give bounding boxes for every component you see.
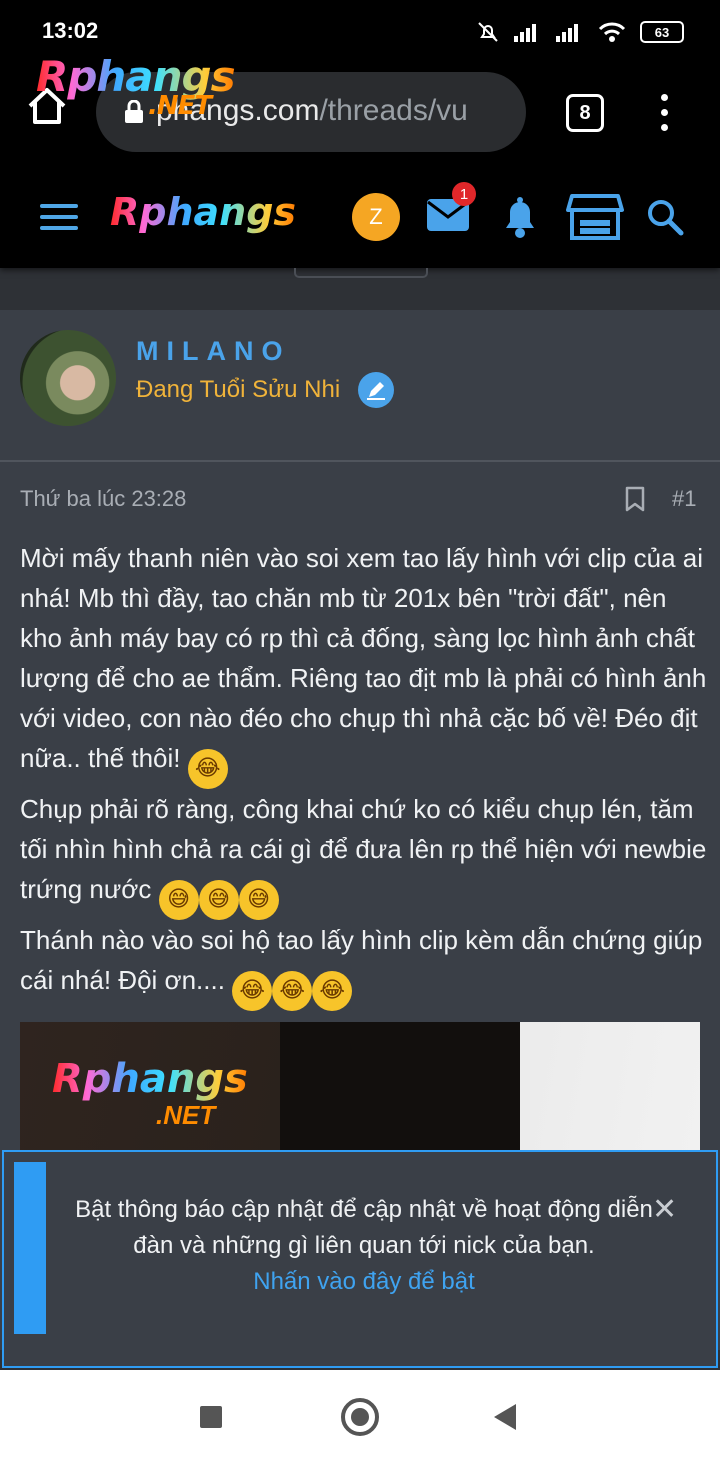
post-date[interactable]: Thứ ba lúc 23:28 <box>20 486 186 512</box>
post-number[interactable]: #1 <box>672 486 696 512</box>
url-path: /threads/vu <box>319 94 468 127</box>
signal-icon <box>514 24 536 42</box>
post-line-2: Chụp phải rõ ràng, công khai chứ ko có k… <box>20 794 707 904</box>
post-line-3: Thánh nào vào soi hộ tao lấy hình clip k… <box>20 925 703 995</box>
overlay-logo: Rphangs .NET <box>36 52 236 121</box>
user-title: Đang Tuổi Sửu Nhi <box>136 376 341 403</box>
enable-notifications-link[interactable]: Nhấn vào đây để bật <box>64 1264 664 1300</box>
post-body: Mời mấy thanh niên vào soi xem tao lấy h… <box>20 538 710 1011</box>
search-icon[interactable] <box>646 198 684 236</box>
browser-toolbar: phangs.com/threads/vu Rphangs .NET 8 <box>0 52 720 168</box>
wifi-icon <box>598 22 626 42</box>
status-time: 13:02 <box>42 18 99 43</box>
avatar[interactable] <box>20 330 116 426</box>
menu-icon[interactable] <box>40 204 78 237</box>
edit-badge-icon <box>358 372 394 408</box>
username[interactable]: MILANO <box>136 336 290 367</box>
recents-button[interactable] <box>200 1406 222 1428</box>
notice-content: Bật thông báo cập nhật để cập nhật về ho… <box>64 1192 664 1300</box>
browser-menu-icon[interactable] <box>654 94 674 138</box>
battery-indicator: 63 <box>640 21 684 43</box>
laugh-emoji: 😂 <box>312 971 353 1011</box>
account-avatar[interactable]: Z <box>352 193 400 241</box>
store-icon[interactable] <box>566 192 624 242</box>
image-watermark-logo: Rphangs <box>52 1056 248 1102</box>
laugh-emoji: 😂 <box>232 971 273 1011</box>
tab-switcher-button[interactable]: 8 <box>566 94 604 132</box>
grin-sweat-emoji: 😅 <box>238 880 279 920</box>
back-button[interactable] <box>494 1404 516 1430</box>
post-author-block: MILANO Đang Tuổi Sửu Nhi <box>0 310 720 462</box>
mail-badge: 1 <box>452 182 476 206</box>
notice-accent-bar <box>14 1162 46 1334</box>
post-line-1: Mời mấy thanh niên vào soi xem tao lấy h… <box>20 543 707 773</box>
bookmark-icon[interactable] <box>624 486 646 512</box>
site-logo[interactable]: Rphangs <box>110 190 296 234</box>
laugh-emoji: 😂 <box>272 971 313 1011</box>
signal-icon-2 <box>556 24 578 42</box>
laugh-emoji: 😂 <box>187 749 228 789</box>
site-header: Rphangs Z 1 <box>0 168 720 268</box>
grin-sweat-emoji: 😅 <box>198 880 239 920</box>
mute-bell-icon <box>478 22 498 42</box>
home-button[interactable] <box>341 1398 379 1436</box>
push-notification-banner: Bật thông báo cập nhật để cập nhật về ho… <box>2 1150 718 1368</box>
image-watermark-net: .NET <box>156 1100 216 1130</box>
grin-sweat-emoji: 😅 <box>158 880 199 920</box>
collapsed-element <box>294 268 428 278</box>
bell-icon[interactable] <box>500 194 540 240</box>
status-icons: 63 <box>476 20 684 44</box>
system-nav-bar <box>0 1370 720 1464</box>
notice-message: Bật thông báo cập nhật để cập nhật về ho… <box>75 1196 653 1259</box>
close-icon[interactable]: ✕ <box>652 1192 677 1227</box>
